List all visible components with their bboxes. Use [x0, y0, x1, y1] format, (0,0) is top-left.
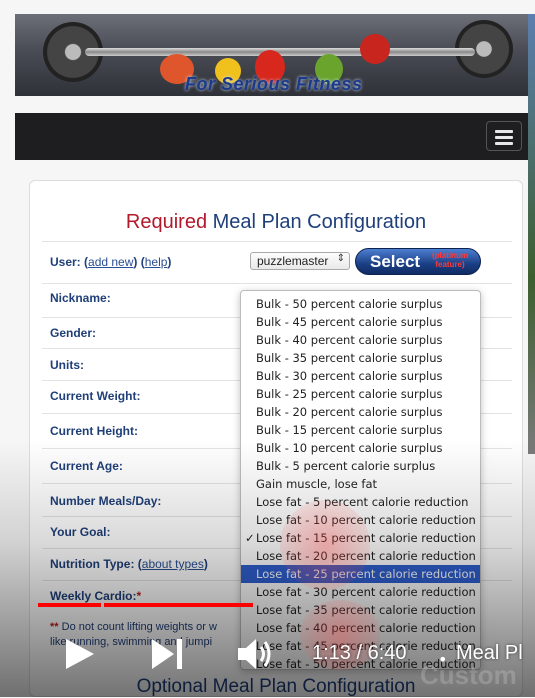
- goal-option-label: Bulk - 25 percent calorie surplus: [256, 387, 443, 401]
- goal-option[interactable]: Bulk - 20 percent calorie surplus: [241, 403, 480, 421]
- goal-option[interactable]: Bulk - 45 percent calorie surplus: [241, 313, 480, 331]
- title-rest: Meal Plan Configuration: [207, 211, 427, 233]
- video-progress-played[interactable]: [104, 603, 253, 607]
- user-help-link[interactable]: help: [145, 255, 168, 269]
- add-new-user-link[interactable]: add new: [88, 255, 133, 269]
- user-select[interactable]: puzzlemaster ⇕: [250, 252, 350, 270]
- fruit-image: [360, 34, 390, 64]
- select-arrows-icon: ⇕: [336, 253, 345, 264]
- banner-tagline: For Serious Fitness: [185, 74, 363, 94]
- goal-option[interactable]: ✓ Lose fat - 15 percent calorie reduction: [241, 529, 480, 547]
- site-banner: For Serious Fitness: [15, 14, 528, 96]
- select-button-label: Select: [370, 252, 421, 271]
- goal-option-label: Bulk - 30 percent calorie surplus: [256, 369, 443, 383]
- nutrition-type-text: Nutrition Type:: [50, 557, 135, 571]
- goal-option[interactable]: Lose fat - 20 percent calorie reduction: [241, 547, 480, 565]
- weekly-cardio-label: Weekly Cardio:*: [50, 589, 141, 603]
- note-marker: **: [50, 621, 59, 633]
- nutrition-type-label: Nutrition Type: (about types): [50, 557, 208, 571]
- field-label-units: Units:: [50, 358, 84, 372]
- video-time: 1:13 / 6:40: [312, 642, 407, 664]
- goal-option-label: Bulk - 10 percent calorie surplus: [256, 441, 443, 455]
- goal-option[interactable]: Lose fat - 30 percent calorie reduction: [241, 583, 480, 601]
- goal-option[interactable]: Bulk - 15 percent calorie surplus: [241, 421, 480, 439]
- goal-option-label: Lose fat - 10 percent calorie reduction: [256, 513, 476, 527]
- field-label-current-weight: Current Weight:: [50, 389, 141, 403]
- goal-option-label: Bulk - 5 percent calorie surplus: [256, 459, 436, 473]
- goal-option[interactable]: Lose fat - 25 percent calorie reduction: [241, 565, 480, 583]
- user-select-value: puzzlemaster: [257, 254, 329, 268]
- goal-option-label: Bulk - 40 percent calorie surplus: [256, 333, 443, 347]
- top-navbar: [15, 113, 528, 160]
- divider: [42, 241, 512, 242]
- field-label-current-height: Current Height:: [50, 424, 138, 438]
- goal-option[interactable]: Lose fat - 40 percent calorie reduction: [241, 619, 480, 637]
- goal-dropdown-list[interactable]: Bulk - 50 percent calorie surplus Bulk - …: [240, 290, 481, 670]
- goal-option[interactable]: Bulk - 35 percent calorie surplus: [241, 349, 480, 367]
- watermark: Custom: [420, 660, 517, 690]
- background-edge: [528, 14, 535, 454]
- page-title: Required Meal Plan Configuration: [0, 211, 535, 234]
- goal-option-label: Bulk - 15 percent calorie surplus: [256, 423, 443, 437]
- volume-icon[interactable]: [236, 637, 276, 671]
- goal-option[interactable]: Lose fat - 35 percent calorie reduction: [241, 601, 480, 619]
- goal-option-label: Gain muscle, lose fat: [256, 477, 378, 491]
- field-label-gender: Gender:: [50, 326, 97, 340]
- play-icon[interactable]: [64, 637, 96, 671]
- goal-option-label: Bulk - 50 percent calorie surplus: [256, 297, 443, 311]
- field-label-meals-per-day: Number Meals/Day:: [50, 494, 162, 508]
- required-asterisk: *: [136, 589, 142, 603]
- field-label-goal: Your Goal:: [50, 525, 111, 539]
- goal-option[interactable]: Gain muscle, lose fat: [241, 475, 480, 493]
- select-user-button[interactable]: Select (platinum feature): [355, 248, 481, 275]
- goal-option[interactable]: Bulk - 50 percent calorie surplus: [241, 295, 480, 313]
- goal-option-label: Bulk - 45 percent calorie surplus: [256, 315, 443, 329]
- hamburger-icon: [495, 130, 513, 133]
- goal-option-label: Lose fat - 25 percent calorie reduction: [256, 567, 476, 581]
- goal-option-label: Lose fat - 5 percent calorie reduction: [256, 495, 469, 509]
- user-row-label: User: (add new) (help): [50, 255, 172, 269]
- about-types-link[interactable]: about types: [142, 557, 204, 571]
- goal-option-label: Bulk - 35 percent calorie surplus: [256, 351, 443, 365]
- goal-option-label: Bulk - 20 percent calorie surplus: [256, 405, 443, 419]
- goal-option-label: Lose fat - 40 percent calorie reduction: [256, 621, 476, 635]
- next-icon[interactable]: [150, 637, 186, 671]
- goal-option[interactable]: Bulk - 5 percent calorie surplus: [241, 457, 480, 475]
- title-required-word: Required: [125, 211, 208, 233]
- goal-option[interactable]: Bulk - 25 percent calorie surplus: [241, 385, 480, 403]
- divider: [42, 283, 512, 284]
- hamburger-icon: [495, 142, 513, 145]
- goal-option-label: Lose fat - 35 percent calorie reduction: [256, 603, 476, 617]
- weekly-cardio-text: Weekly Cardio:: [50, 589, 137, 603]
- goal-option[interactable]: Bulk - 10 percent calorie surplus: [241, 439, 480, 457]
- goal-option-label: Lose fat - 30 percent calorie reduction: [256, 585, 476, 599]
- goal-option[interactable]: Bulk - 40 percent calorie surplus: [241, 331, 480, 349]
- video-progress-played[interactable]: [38, 603, 101, 607]
- hamburger-icon: [495, 136, 513, 139]
- platinum-badge: (platinum feature): [432, 251, 468, 269]
- note-text: Do not count lifting weights or w: [58, 621, 217, 633]
- user-label: User:: [50, 255, 81, 269]
- menu-toggle-button[interactable]: [486, 121, 522, 151]
- goal-option[interactable]: Lose fat - 5 percent calorie reduction: [241, 493, 480, 511]
- goal-option[interactable]: Bulk - 30 percent calorie surplus: [241, 367, 480, 385]
- goal-option-label: Lose fat - 15 percent calorie reduction: [256, 531, 476, 545]
- field-label-nickname: Nickname:: [50, 291, 111, 305]
- checkmark-icon: ✓: [245, 531, 255, 545]
- field-label-current-age: Current Age:: [50, 459, 123, 473]
- goal-option-label: Lose fat - 20 percent calorie reduction: [256, 549, 476, 563]
- goal-option[interactable]: Lose fat - 10 percent calorie reduction: [241, 511, 480, 529]
